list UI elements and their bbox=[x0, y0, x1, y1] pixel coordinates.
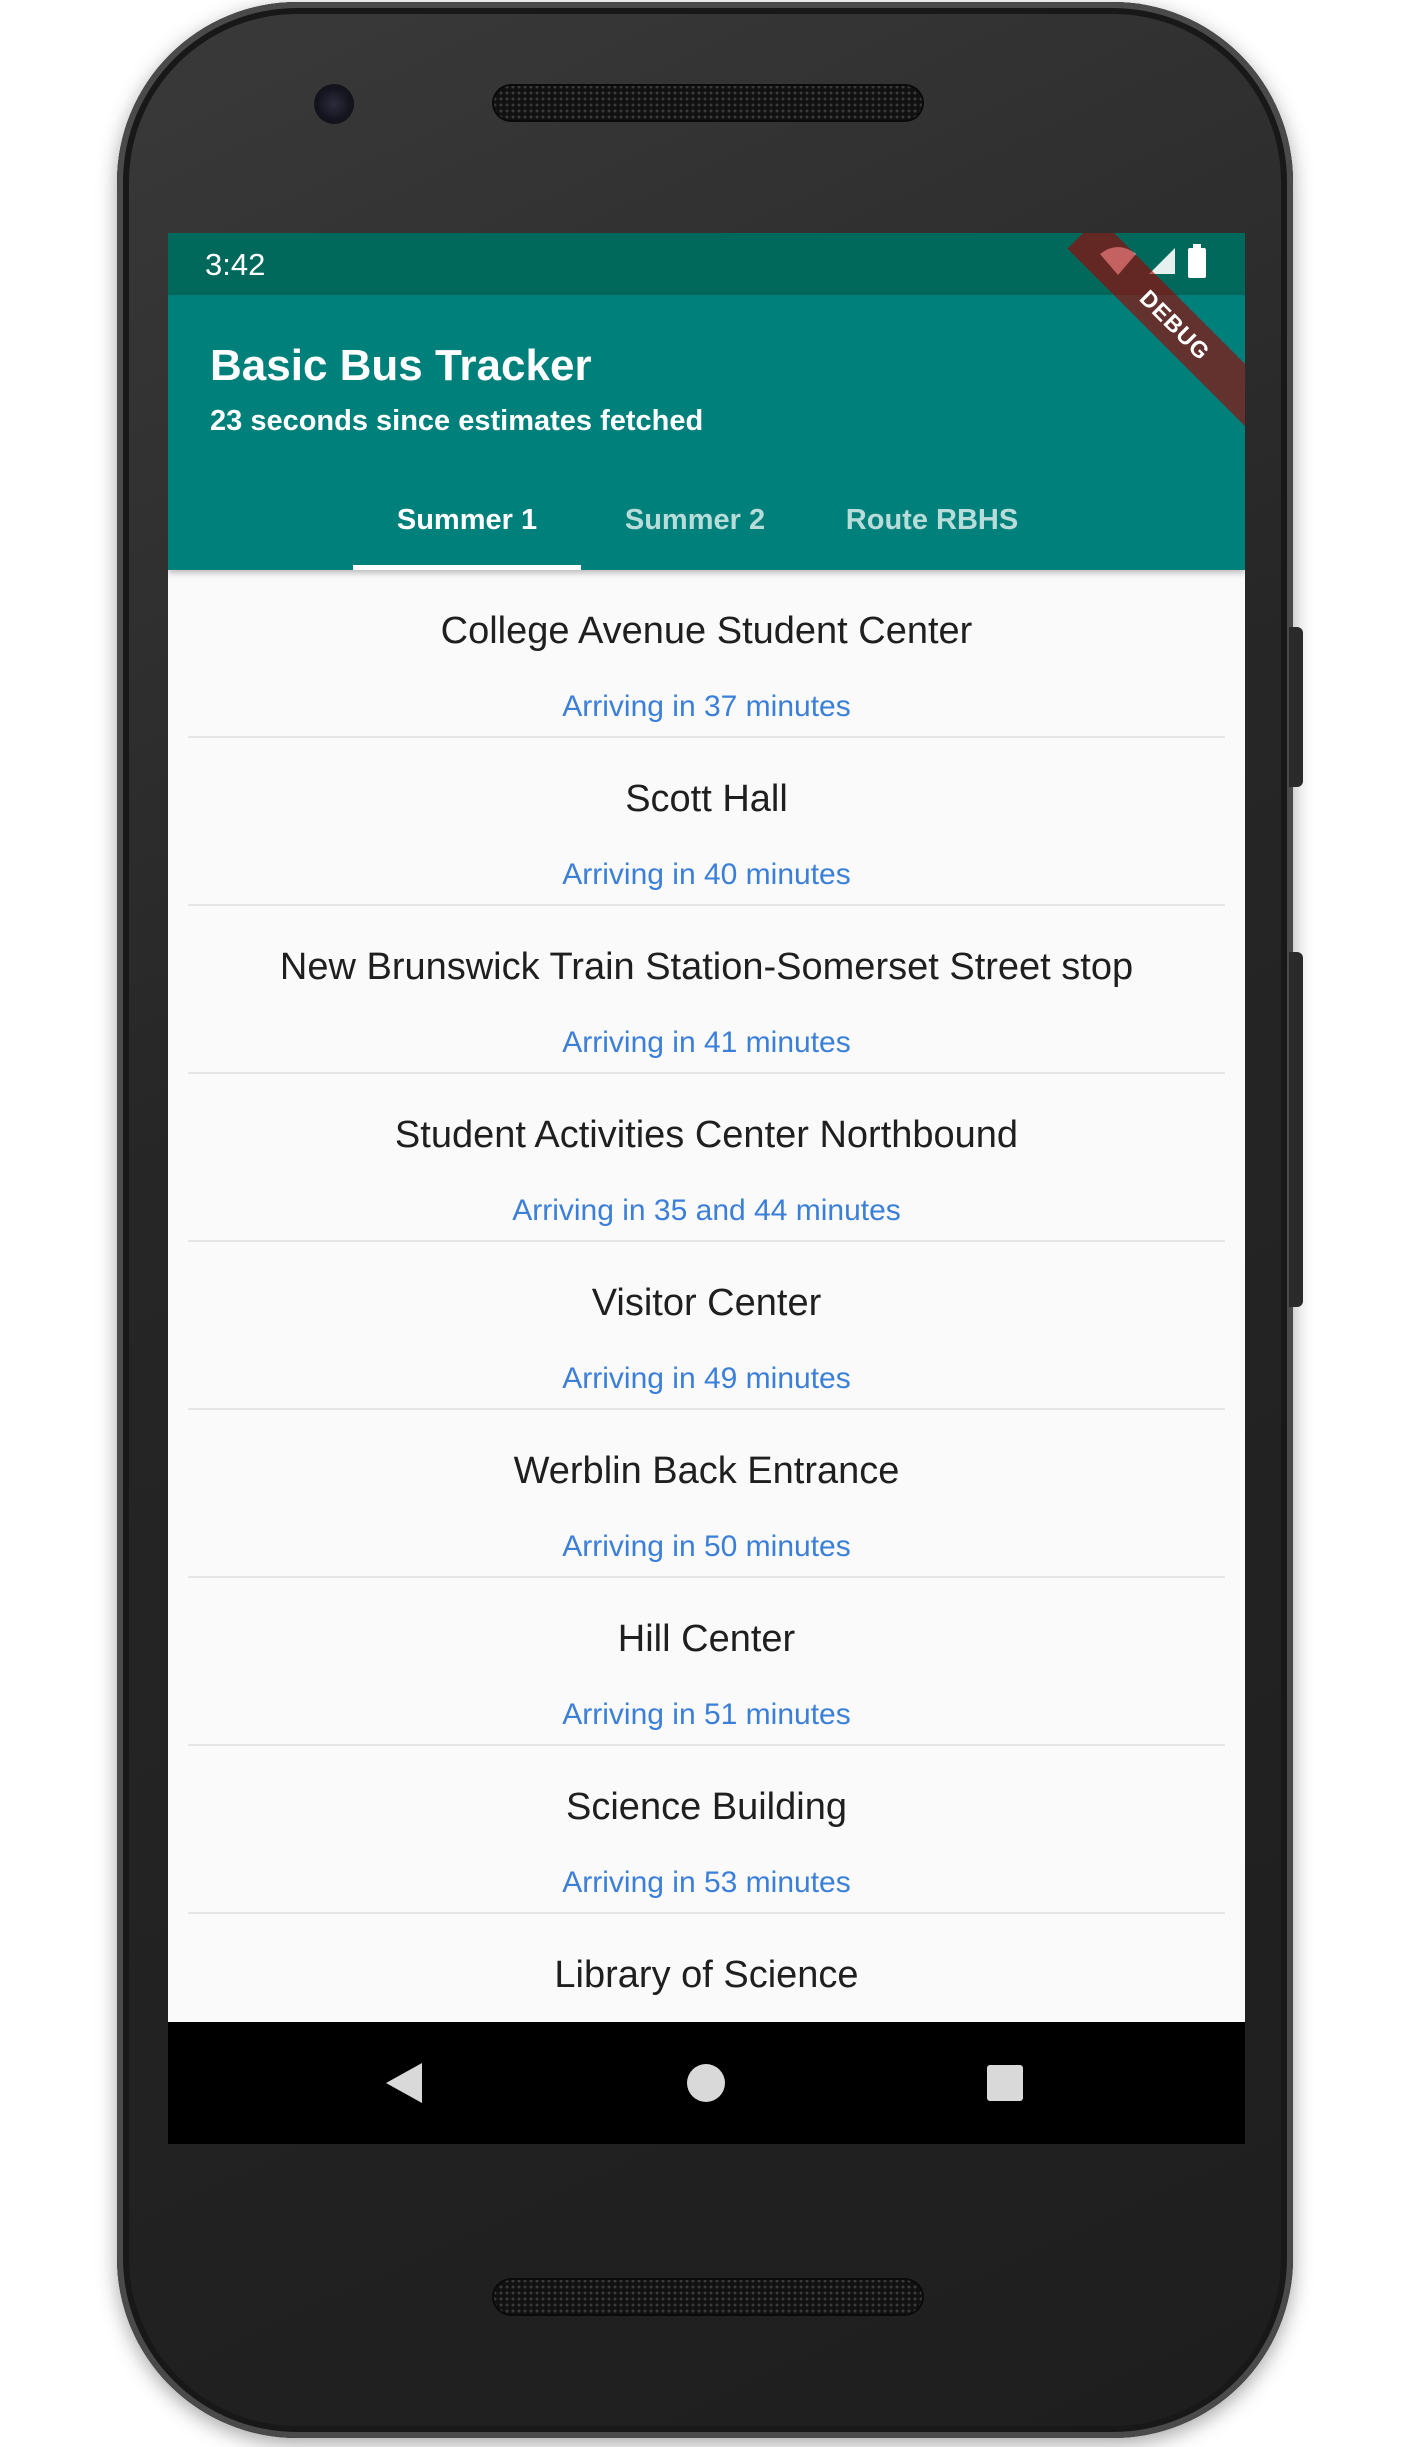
stop-eta: Arriving in 37 minutes bbox=[562, 690, 851, 723]
tab-route-rbhs[interactable]: Route RBHS bbox=[809, 470, 1055, 570]
home-icon[interactable] bbox=[683, 2060, 729, 2106]
stop-list[interactable]: College Avenue Student Center Arriving i… bbox=[188, 570, 1225, 2082]
stop-name: Visitor Center bbox=[591, 1282, 822, 1324]
stop-name: Hill Center bbox=[617, 1618, 796, 1660]
stop-name: Student Activities Center Northbound bbox=[394, 1114, 1019, 1156]
bottom-speaker bbox=[492, 2278, 924, 2316]
stop-name: Werblin Back Entrance bbox=[513, 1450, 900, 1492]
route-tabs: Summer 1 Summer 2 Route RBHS bbox=[168, 470, 1245, 570]
stop-eta: Arriving in 53 minutes bbox=[562, 1866, 851, 1899]
front-camera bbox=[314, 84, 354, 124]
list-item[interactable]: Werblin Back Entrance Arriving in 50 min… bbox=[188, 1410, 1225, 1578]
stop-name: Library of Science bbox=[554, 1954, 859, 1996]
tab-label: Summer 1 bbox=[396, 504, 538, 536]
stop-eta: Arriving in 40 minutes bbox=[562, 858, 851, 891]
app-bar: Basic Bus Tracker 23 seconds since estim… bbox=[168, 295, 1245, 570]
list-item[interactable]: New Brunswick Train Station-Somerset Str… bbox=[188, 906, 1225, 1074]
stop-name: New Brunswick Train Station-Somerset Str… bbox=[279, 946, 1134, 988]
system-nav-bar bbox=[168, 2022, 1245, 2144]
stop-name: Science Building bbox=[566, 1786, 847, 1828]
tab-summer-2[interactable]: Summer 2 bbox=[581, 470, 809, 570]
stop-eta: Arriving in 49 minutes bbox=[562, 1362, 851, 1395]
top-speaker bbox=[492, 84, 924, 122]
list-item[interactable]: Scott Hall Arriving in 40 minutes bbox=[188, 738, 1225, 906]
stop-eta: Arriving in 51 minutes bbox=[562, 1698, 851, 1731]
back-icon[interactable] bbox=[381, 2060, 427, 2106]
battery-icon bbox=[1187, 243, 1207, 283]
fetch-status-subtitle: 23 seconds since estimates fetched bbox=[210, 405, 704, 437]
list-item[interactable]: Student Activities Center Northbound Arr… bbox=[188, 1074, 1225, 1242]
list-item[interactable]: Hill Center Arriving in 51 minutes bbox=[188, 1578, 1225, 1746]
list-item[interactable]: Science Building Arriving in 53 minutes bbox=[188, 1746, 1225, 1914]
app-title: Basic Bus Tracker bbox=[210, 341, 592, 390]
stop-name: College Avenue Student Center bbox=[440, 610, 973, 652]
recents-icon[interactable] bbox=[982, 2060, 1028, 2106]
stop-name: Scott Hall bbox=[625, 778, 788, 820]
status-time: 3:42 bbox=[205, 247, 266, 282]
stop-eta: Arriving in 41 minutes bbox=[562, 1026, 851, 1059]
list-item[interactable]: Visitor Center Arriving in 49 minutes bbox=[188, 1242, 1225, 1410]
tab-summer-1[interactable]: Summer 1 bbox=[353, 470, 581, 570]
volume-button bbox=[1289, 952, 1303, 1307]
tab-label: Summer 2 bbox=[624, 504, 766, 536]
tab-label: Route RBHS bbox=[845, 504, 1019, 536]
list-item[interactable]: College Avenue Student Center Arriving i… bbox=[188, 570, 1225, 738]
stop-eta: Arriving in 35 and 44 minutes bbox=[512, 1194, 901, 1227]
stop-eta: Arriving in 50 minutes bbox=[562, 1530, 851, 1563]
app-screen: 3:42 Basic Bus Tracker 23 seconds since … bbox=[168, 233, 1245, 2144]
power-button bbox=[1289, 627, 1303, 787]
